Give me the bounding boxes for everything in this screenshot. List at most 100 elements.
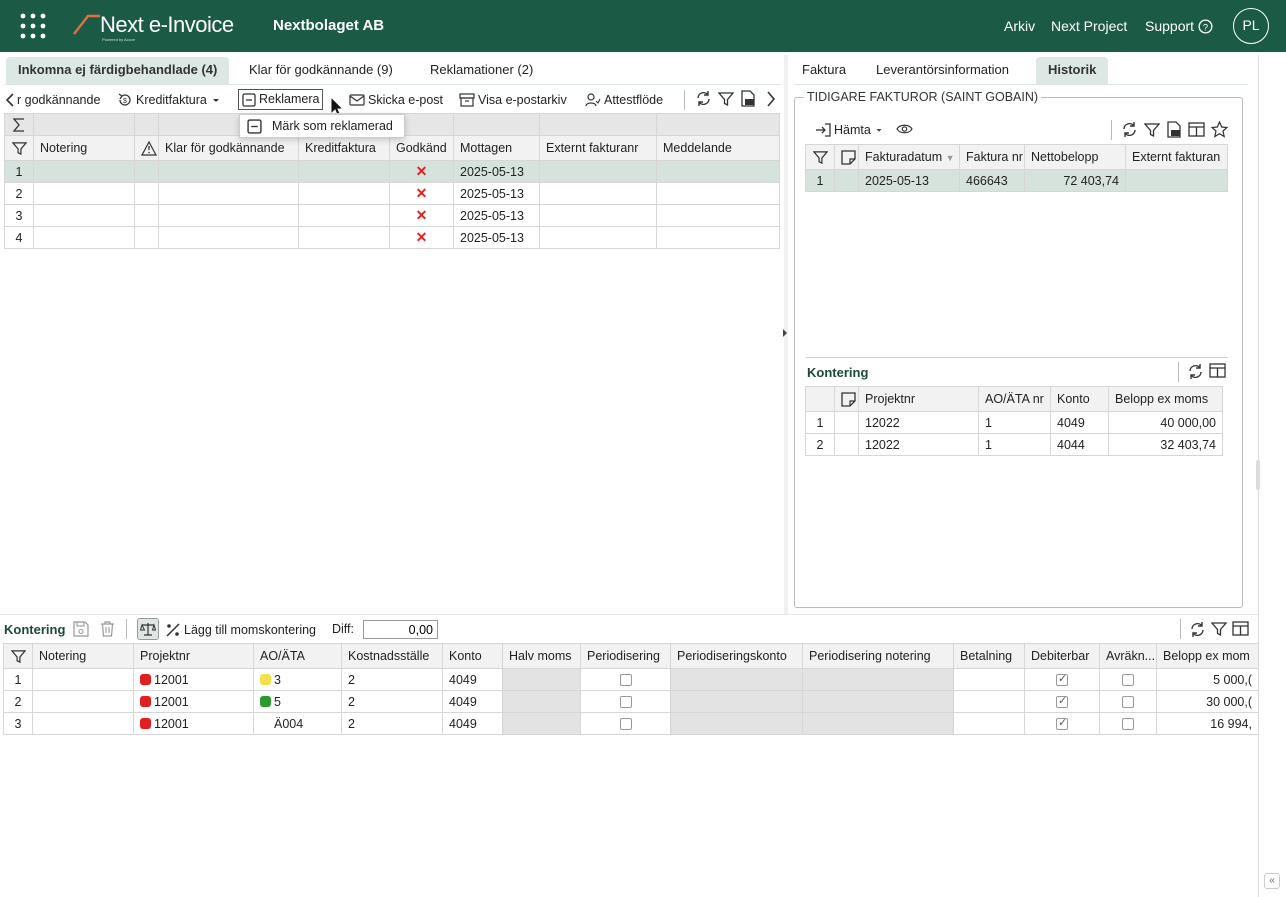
eye-icon[interactable]: [896, 122, 913, 136]
col-periodisering-notering[interactable]: Periodisering notering: [802, 643, 954, 669]
col-meddelande[interactable]: Meddelande: [656, 135, 780, 161]
col-belopp-ex-moms[interactable]: Belopp ex mom: [1156, 643, 1259, 669]
visa-epostarkiv-button[interactable]: Visa e-postarkiv: [459, 91, 567, 109]
col-periodiseringskonto[interactable]: Periodiseringskonto: [670, 643, 803, 669]
kostnadsstalle-cell[interactable]: 2: [341, 690, 443, 713]
col-debiterbar[interactable]: Debiterbar: [1024, 643, 1100, 669]
avrakn-cell[interactable]: [1099, 668, 1157, 691]
filter-cell[interactable]: [4, 135, 34, 161]
col-projektnr[interactable]: Projektnr: [858, 386, 979, 412]
lagg-till-momskontering-button[interactable]: Lägg till momskontering: [165, 621, 316, 639]
col-fakturadatum[interactable]: Fakturadatum ▼: [858, 144, 960, 170]
col-halv-moms[interactable]: Halv moms: [502, 643, 581, 669]
reklamera-button[interactable]: Reklamera: [238, 89, 324, 110]
reklamera-dropdown[interactable]: Märk som reklamerad: [239, 114, 405, 138]
projektnr-cell[interactable]: 12001: [133, 668, 254, 691]
horizontal-splitter[interactable]: [0, 614, 1258, 615]
side-panel-handle[interactable]: [1256, 460, 1260, 490]
refresh-icon[interactable]: [1121, 121, 1138, 138]
godkannande-button[interactable]: r godkännande: [6, 91, 100, 109]
excel-export-icon[interactable]: [740, 90, 756, 107]
col-kreditfaktura[interactable]: Kreditfaktura: [298, 135, 390, 161]
table-row[interactable]: 1 2025-05-13 466643 72 403,74: [805, 169, 1228, 192]
debiterbar-cell[interactable]: [1024, 668, 1100, 691]
col-klar-for-godkannande[interactable]: Klar för godkännande: [158, 135, 299, 161]
konto-cell[interactable]: 4049: [442, 690, 503, 713]
chevron-right-icon[interactable]: [766, 91, 776, 107]
periodisering-checkbox[interactable]: [619, 696, 632, 709]
belopp-cell[interactable]: 5 000,(: [1156, 668, 1259, 691]
projektnr-cell[interactable]: 12001: [133, 690, 254, 713]
table-row[interactable]: 2 12001 5 2 4049 30 000,(: [3, 690, 1259, 713]
debiterbar-checkbox[interactable]: [1056, 716, 1068, 731]
col-belopp-ex-moms[interactable]: Belopp ex moms: [1108, 386, 1223, 412]
tab-klar-for-godkannande[interactable]: Klar för godkännande (9): [237, 57, 405, 84]
periodisering-cell[interactable]: [580, 690, 671, 713]
refresh-icon[interactable]: [1187, 363, 1204, 380]
table-row[interactable]: 1 ✕ 2025-05-13: [4, 160, 780, 183]
col-notering[interactable]: Notering: [33, 135, 135, 161]
kostnadsstalle-cell[interactable]: 2: [341, 712, 443, 735]
tab-reklamationer[interactable]: Reklamationer (2): [418, 57, 545, 84]
refresh-icon[interactable]: [1189, 621, 1206, 638]
kostnadsstalle-cell[interactable]: 2: [341, 668, 443, 691]
col-konto[interactable]: Konto: [442, 643, 503, 669]
attestflode-button[interactable]: Attestflöde: [585, 91, 663, 109]
debiterbar-cell[interactable]: [1024, 712, 1100, 735]
belopp-cell[interactable]: 30 000,(: [1156, 690, 1259, 713]
col-projektnr[interactable]: Projektnr: [133, 643, 254, 669]
ao-cell[interactable]: Ä004: [253, 712, 342, 735]
debiterbar-cell[interactable]: [1024, 690, 1100, 713]
tab-inkomna[interactable]: Inkomna ej färdigbehandlade (4): [6, 57, 230, 84]
table-row[interactable]: 2 12022 1 4044 32 403,74: [805, 433, 1223, 456]
periodisering-checkbox[interactable]: [619, 674, 632, 687]
col-note-icon[interactable]: [834, 144, 859, 170]
tab-historik[interactable]: Historik: [1036, 57, 1109, 84]
col-note-icon[interactable]: [834, 386, 859, 412]
balance-button[interactable]: [137, 618, 159, 640]
periodisering-cell[interactable]: [580, 668, 671, 691]
filter-icon[interactable]: [1144, 122, 1160, 138]
col-externt-fakturanr[interactable]: Externt fakturan: [1125, 144, 1228, 170]
betalning-cell[interactable]: [953, 712, 1025, 735]
betalning-cell[interactable]: [953, 668, 1025, 691]
table-row[interactable]: 1 12001 3 2 4049 5 000,(: [3, 668, 1259, 691]
support-link[interactable]: Support ?: [1145, 18, 1213, 34]
app-logo[interactable]: Next e-Invoice Powered by Acove: [72, 8, 262, 44]
splitter-handle-icon[interactable]: [782, 328, 788, 338]
debiterbar-checkbox[interactable]: [1056, 694, 1068, 709]
collapse-double-left-icon[interactable]: «: [1264, 873, 1280, 889]
projektnr-cell[interactable]: 12001: [133, 712, 254, 735]
col-ao-ata-nr[interactable]: AO/ÄTA nr: [978, 386, 1051, 412]
apps-grid-icon[interactable]: [20, 13, 46, 39]
mark-reklamerad-item[interactable]: Märk som reklamerad: [272, 119, 393, 133]
tab-faktura[interactable]: Faktura: [790, 57, 858, 84]
col-mottagen[interactable]: Mottagen: [453, 135, 540, 161]
avrakn-cell[interactable]: [1099, 690, 1157, 713]
skicka-epost-button[interactable]: Skicka e-post: [349, 91, 443, 109]
ao-cell[interactable]: 3: [253, 668, 342, 691]
user-avatar[interactable]: PL: [1233, 8, 1269, 44]
col-kostnadsstalle[interactable]: Kostnadsställe: [341, 643, 443, 669]
arkiv-link[interactable]: Arkiv: [1004, 18, 1035, 34]
table-row[interactable]: 4 ✕ 2025-05-13: [4, 226, 780, 249]
table-row[interactable]: 3 12001 Ä004 2 4049 16 994,: [3, 712, 1259, 735]
refresh-icon[interactable]: [695, 90, 712, 107]
columns-icon[interactable]: [1232, 621, 1249, 636]
konto-cell[interactable]: 4049: [442, 668, 503, 691]
col-warning[interactable]: [134, 135, 159, 161]
col-godkand[interactable]: Godkänd: [389, 135, 454, 161]
columns-icon[interactable]: [1209, 363, 1226, 378]
kreditfaktura-button[interactable]: $ Kreditfaktura: [117, 91, 222, 109]
tab-leverantorsinformation[interactable]: Leverantörsinformation: [864, 57, 1021, 84]
belopp-cell[interactable]: 16 994,: [1156, 712, 1259, 735]
filter-cell[interactable]: [805, 144, 835, 170]
periodisering-cell[interactable]: [580, 712, 671, 735]
col-periodisering[interactable]: Periodisering: [580, 643, 671, 669]
filter-cell[interactable]: [3, 643, 33, 669]
col-nettobelopp[interactable]: Nettobelopp: [1024, 144, 1126, 170]
table-row[interactable]: 2 ✕ 2025-05-13: [4, 182, 780, 205]
filter-icon[interactable]: [718, 91, 734, 107]
col-konto[interactable]: Konto: [1050, 386, 1109, 412]
konto-cell[interactable]: 4049: [442, 712, 503, 735]
